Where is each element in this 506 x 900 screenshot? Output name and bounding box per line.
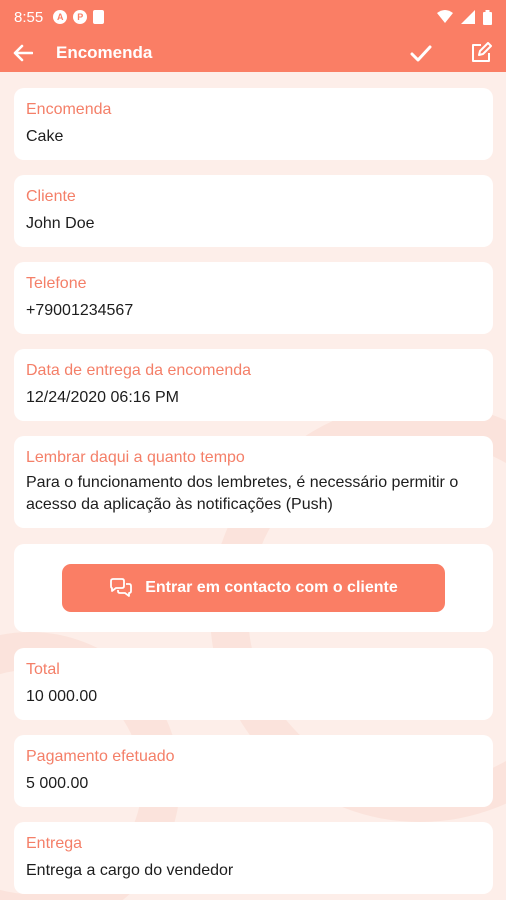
field-delivery-date[interactable]: Data de entrega da encomenda 12/24/2020 … [14,349,493,421]
status-bar: 8:55 A P [0,0,506,34]
field-value: John Doe [26,215,95,232]
back-button[interactable] [10,40,36,66]
field-value: Cake [26,128,64,145]
page-title: Encomenda [56,43,153,62]
field-value: 12/24/2020 06:16 PM [26,389,180,406]
contact-card: Entrar em contacto com o cliente [14,544,493,632]
chat-icon [110,578,133,597]
contact-client-label: Entrar em contacto com o cliente [145,579,398,596]
field-label: Cliente [26,188,76,205]
edit-icon [472,42,492,62]
field-delivery[interactable]: Entrega Entrega a cargo do vendedor [14,822,493,894]
wifi-icon [437,10,453,23]
arrow-back-icon [13,44,33,62]
field-payment[interactable]: Pagamento efetuado 5 000.00 [14,735,493,807]
field-value: +79001234567 [26,302,134,319]
field-value: 5 000.00 [26,775,89,792]
field-label: Pagamento efetuado [26,748,175,765]
contact-client-button[interactable]: Entrar em contacto com o cliente [62,564,445,612]
field-phone[interactable]: Telefone +79001234567 [14,262,493,334]
status-time: 8:55 [14,8,44,26]
field-reminder[interactable]: Lembrar daqui a quanto tempo Para o func… [14,436,493,528]
field-value: Para o funcionamento dos lembretes, é ne… [26,474,459,513]
field-value: 10 000.00 [26,688,98,705]
field-client[interactable]: Cliente John Doe [14,175,493,247]
battery-icon [483,9,492,25]
notification-icon: A [53,10,68,24]
field-label: Entrega [26,835,83,852]
check-icon [410,45,432,61]
field-total[interactable]: Total 10 000.00 [14,648,493,720]
field-label: Total [26,661,60,678]
field-label: Encomenda [26,101,112,118]
field-value: Entrega a cargo do vendedor [26,862,234,879]
edit-button[interactable] [468,40,494,66]
field-order[interactable]: Encomenda Cake [14,88,493,160]
sim-card-icon [93,10,105,24]
top-bar: 8:55 A P Encomenda [0,0,506,72]
field-label: Telefone [26,275,87,292]
app-bar: Encomenda [0,34,506,72]
save-button[interactable] [408,40,434,66]
notification-icon: P [73,10,88,24]
signal-icon [461,10,475,24]
field-label: Data de entrega da encomenda [26,362,252,379]
field-label: Lembrar daqui a quanto tempo [26,449,245,466]
